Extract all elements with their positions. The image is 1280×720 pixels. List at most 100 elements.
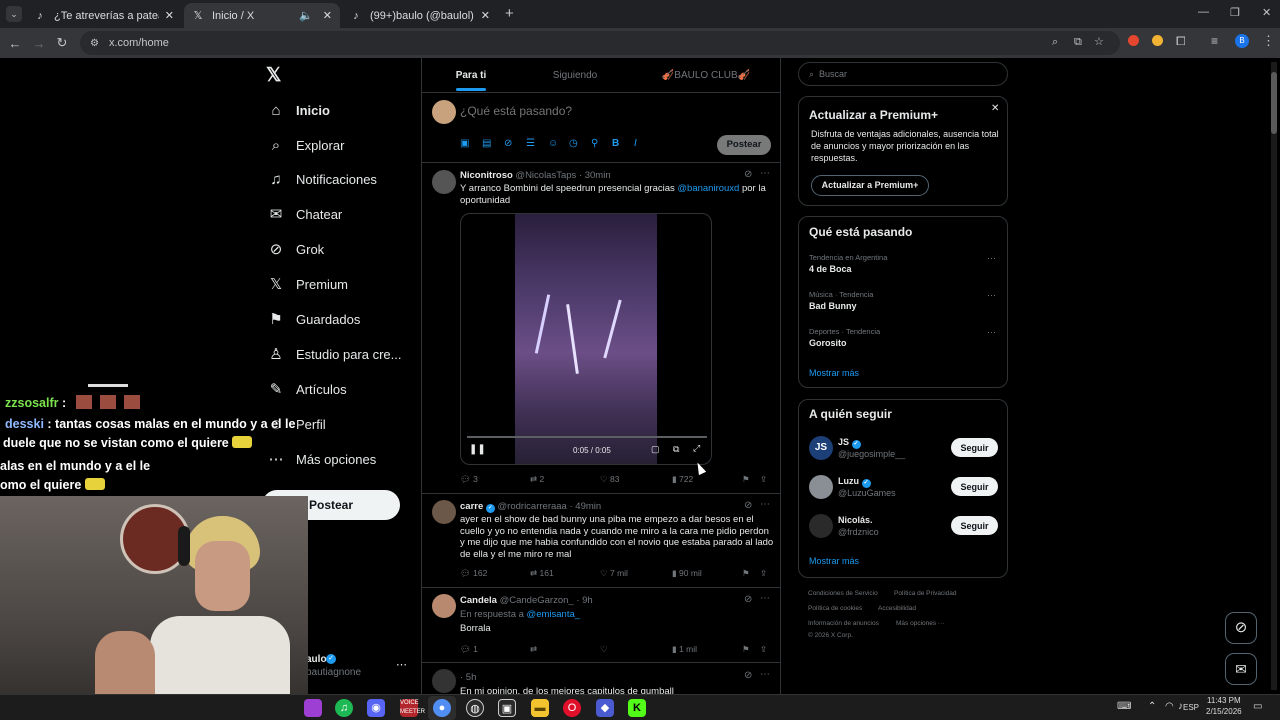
video-progress-bar[interactable] xyxy=(467,436,707,438)
follow-button[interactable]: Seguir xyxy=(951,438,998,457)
close-icon[interactable]: ✕ xyxy=(323,9,332,22)
views-button[interactable]: ▮ 90 mil xyxy=(672,568,702,579)
extension-icon[interactable] xyxy=(1152,35,1163,46)
more-icon[interactable]: ⋯ xyxy=(396,658,407,671)
reload-icon[interactable]: ↻ xyxy=(50,35,74,51)
extension-icon[interactable] xyxy=(1128,35,1139,46)
share-icon[interactable]: ⇪ xyxy=(760,644,767,655)
bold-icon[interactable]: B xyxy=(612,138,619,149)
nav-notifications[interactable]: ♫ Notificaciones xyxy=(266,162,377,196)
like-button[interactable]: ♡ 83 xyxy=(600,474,619,485)
more-icon[interactable]: ⋯ xyxy=(987,253,996,264)
discord-icon[interactable]: ◉ xyxy=(367,699,385,717)
bookmark-icon[interactable]: ⚑ xyxy=(742,568,750,579)
reply-button[interactable]: 💬︎ 3 xyxy=(460,474,478,485)
file-explorer-icon[interactable]: ▬ xyxy=(531,699,549,717)
tab-search-icon[interactable]: ⌄ xyxy=(6,6,22,22)
bookmark-icon[interactable]: ⚑ xyxy=(742,644,750,655)
grok-icon[interactable]: ⊘ xyxy=(504,138,512,149)
notification-icon[interactable]: ▭ xyxy=(1253,701,1262,712)
pip-icon[interactable]: ⧉ xyxy=(673,444,679,455)
repost-button[interactable]: ⇄ 161 xyxy=(530,568,554,579)
close-icon[interactable]: ✕ xyxy=(481,9,490,22)
captions-icon[interactable]: ▢ xyxy=(651,444,660,455)
scrollbar-thumb[interactable] xyxy=(1271,72,1277,134)
grok-icon[interactable]: ⊘ xyxy=(744,670,752,681)
app-icon[interactable]: ◆ xyxy=(596,699,614,717)
avatar[interactable] xyxy=(809,514,833,538)
nav-home[interactable]: ⌂ Inicio xyxy=(266,93,329,127)
post[interactable]: Niconitroso @NicolasTaps · 30min ⊘ ⋯ Y a… xyxy=(422,163,780,494)
app-icon[interactable] xyxy=(304,699,322,717)
app-icon[interactable]: ▣ xyxy=(498,699,516,717)
like-button[interactable]: ♡ 7 mil xyxy=(600,568,628,579)
clock-date[interactable]: 2/15/2026 xyxy=(1206,707,1242,716)
close-icon[interactable]: ✕ xyxy=(991,103,999,114)
messages-floating-button[interactable]: ✉ xyxy=(1225,653,1257,685)
close-icon[interactable]: ✕ xyxy=(165,9,174,22)
grok-icon[interactable]: ⊘ xyxy=(744,594,752,605)
share-icon[interactable]: ⇪ xyxy=(760,568,767,579)
show-more-follow-link[interactable]: Mostrar más xyxy=(809,556,859,566)
composer-post-button[interactable]: Postear xyxy=(717,135,771,155)
account-switcher[interactable]: aulo ✓ bautiagnone ⋯ xyxy=(306,654,410,680)
emoji-icon[interactable]: ☺ xyxy=(548,138,558,149)
post[interactable]: carre ✓ @rodricarreraaa · 49min ⊘ ⋯ ayer… xyxy=(422,494,780,588)
menu-dots-icon[interactable]: ⋮ xyxy=(1262,33,1275,49)
avatar[interactable] xyxy=(432,170,456,194)
post[interactable]: · 5h ⊘ ⋯ En mi opinion, de los mejores c… xyxy=(422,663,780,694)
avatar[interactable] xyxy=(432,500,456,524)
grok-icon[interactable]: ⊘ xyxy=(744,169,752,180)
views-button[interactable]: ▮ 1 mil xyxy=(672,644,697,655)
avatar[interactable]: JS xyxy=(809,436,833,460)
wifi-icon[interactable]: ◠ xyxy=(1165,701,1174,712)
italic-icon[interactable]: I xyxy=(634,138,637,149)
new-tab-button[interactable]: + xyxy=(505,5,514,22)
more-icon[interactable]: ⋯ xyxy=(760,593,770,604)
browser-tab-3[interactable]: ♪ (99+)baulo (@baulol) | TikTok ✕ xyxy=(342,3,498,28)
avatar[interactable] xyxy=(432,594,456,618)
x-logo-icon[interactable]: 𝕏 xyxy=(266,64,281,87)
minimize-icon[interactable]: — xyxy=(1198,6,1209,18)
nav-bookmarks[interactable]: ⚑ Guardados xyxy=(266,302,360,336)
keyboard-icon[interactable]: ⌨ xyxy=(1117,701,1131,712)
follow-button[interactable]: Seguir xyxy=(951,516,998,535)
app-icon[interactable]: VOICE MEETER xyxy=(400,699,425,717)
speaker-icon[interactable]: 🔈 xyxy=(299,9,313,22)
browser-tab-1[interactable]: ♪ ¿Te atreverías a patear a un the ✕ xyxy=(26,3,182,28)
tab-following[interactable]: Siguiendo xyxy=(520,58,630,92)
back-icon[interactable]: ← xyxy=(3,36,27,51)
language-indicator[interactable]: ESP xyxy=(1183,703,1199,712)
more-icon[interactable]: ⋯ xyxy=(987,290,996,301)
avatar[interactable] xyxy=(432,669,456,693)
upgrade-premium-button[interactable]: Actualizar a Premium+ xyxy=(811,175,929,196)
more-icon[interactable]: ⋯ xyxy=(987,327,996,338)
search-box[interactable]: ⌕ Buscar xyxy=(798,62,1008,86)
chevron-up-icon[interactable]: ⌃ xyxy=(1148,701,1156,712)
suggestion-name[interactable]: JS xyxy=(838,437,849,447)
post[interactable]: Candela @CandeGarzon_ · 9h ⊘ ⋯ En respue… xyxy=(422,588,780,663)
browser-tab-2[interactable]: 𝕏 Inicio / X 🔈 ✕ xyxy=(184,3,340,28)
nav-more-options[interactable]: ⋯ Más opciones xyxy=(266,442,377,476)
opera-icon[interactable]: O xyxy=(563,699,581,717)
nav-explore[interactable]: ⌕ Explorar xyxy=(266,128,345,162)
nav-articles[interactable]: ✎ Artículos xyxy=(266,372,347,406)
close-window-icon[interactable]: ✕ xyxy=(1262,6,1271,19)
suggestion-name[interactable]: Luzu xyxy=(838,476,859,486)
video-player[interactable]: ❚❚ 0:05 / 0:05 ▢ ⧉ ⤢ xyxy=(460,213,712,465)
more-icon[interactable]: ⋯ xyxy=(760,499,770,510)
schedule-icon[interactable]: ◷ xyxy=(569,138,578,149)
mention-link[interactable]: @bananirouxd xyxy=(677,183,739,194)
avatar[interactable] xyxy=(809,475,833,499)
install-icon[interactable]: ⧉ xyxy=(1074,36,1082,49)
show-more-trends-link[interactable]: Mostrar más xyxy=(809,368,859,378)
grok-icon[interactable]: ⊘ xyxy=(744,500,752,511)
share-icon[interactable]: ⇪ xyxy=(760,474,767,485)
like-button[interactable]: ♡ xyxy=(600,644,608,655)
forward-icon[interactable]: → xyxy=(27,36,51,51)
image-icon[interactable]: ▣ xyxy=(460,138,469,149)
compose-input[interactable] xyxy=(460,102,760,120)
media-icon[interactable]: ≡ xyxy=(1211,34,1218,48)
nav-chat[interactable]: ✉ Chatear xyxy=(266,197,343,231)
reply-button[interactable]: 💬︎ 1 xyxy=(460,644,478,655)
